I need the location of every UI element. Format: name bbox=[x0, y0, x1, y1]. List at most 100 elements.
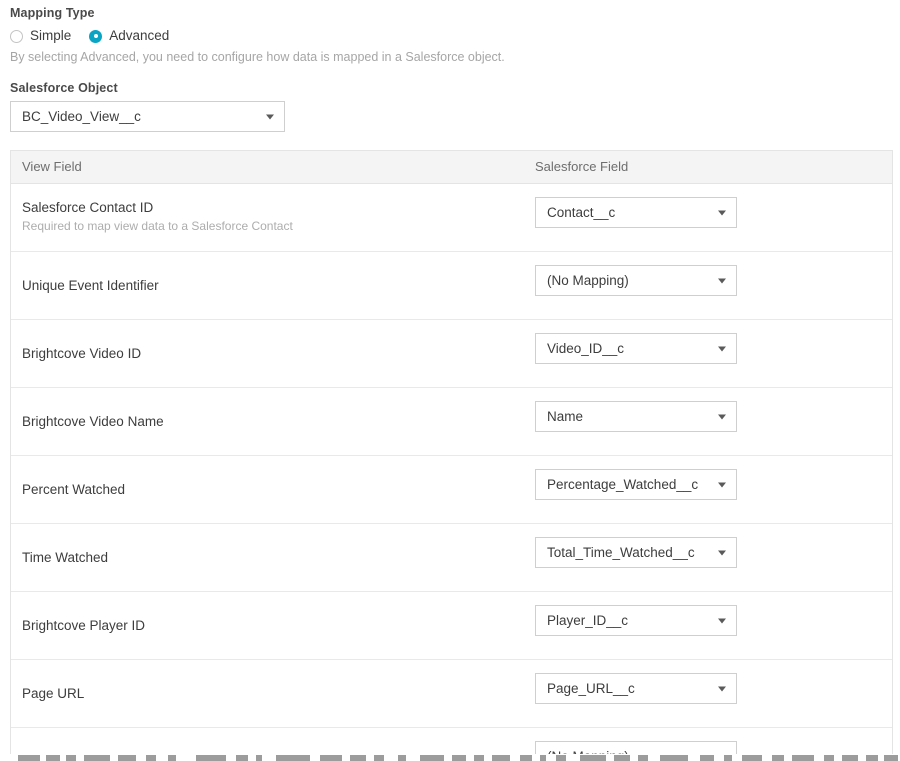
chevron-down-icon bbox=[718, 414, 726, 419]
artifact-streak bbox=[18, 755, 40, 761]
view-field-name: Salesforce Contact ID bbox=[22, 200, 154, 215]
salesforce-field-select-value: Player_ID__c bbox=[547, 613, 629, 628]
chevron-down-icon bbox=[266, 114, 274, 119]
field-mapping-table: View Field Salesforce Field Salesforce C… bbox=[10, 150, 893, 754]
salesforce-field-cell: Name bbox=[524, 388, 892, 455]
artifact-streak bbox=[276, 755, 310, 761]
salesforce-field-select[interactable]: Total_Time_Watched__c bbox=[535, 537, 737, 568]
mapping-type-section: Mapping Type Simple Advanced By selectin… bbox=[10, 5, 890, 66]
artifact-streak bbox=[474, 755, 484, 761]
artifact-streak bbox=[614, 755, 630, 761]
artifact-streak bbox=[556, 755, 566, 761]
salesforce-field-cell: Contact__c bbox=[524, 184, 892, 251]
table-body: Salesforce Contact ID Required to map vie… bbox=[11, 184, 892, 754]
chevron-down-icon bbox=[718, 278, 726, 283]
mapping-type-helper-text: By selecting Advanced, you need to confi… bbox=[10, 50, 505, 64]
radio-simple-icon[interactable] bbox=[10, 29, 23, 43]
artifact-streak bbox=[46, 755, 60, 761]
view-field-name: Brightcove Video Name bbox=[22, 414, 164, 429]
artifact-streak bbox=[842, 755, 858, 761]
salesforce-field-select-value: (No Mapping) bbox=[547, 273, 629, 288]
view-field-cell: Brightcove Video ID bbox=[11, 320, 524, 387]
artifact-streak bbox=[772, 755, 784, 761]
salesforce-object-select-value: BC_Video_View__c bbox=[22, 109, 141, 124]
view-field-cell: Time Watched bbox=[11, 524, 524, 591]
table-header-salesforce-field: Salesforce Field bbox=[535, 159, 629, 174]
artifact-streak bbox=[700, 755, 714, 761]
artifact-streak bbox=[638, 755, 648, 761]
artifact-streak bbox=[84, 755, 110, 761]
table-header-view-field: View Field bbox=[22, 159, 82, 174]
artifact-streak bbox=[540, 755, 546, 761]
view-field-name: Time Watched bbox=[22, 550, 109, 565]
chevron-down-icon bbox=[718, 686, 726, 691]
chevron-down-icon bbox=[718, 210, 726, 215]
table-row: Brightcove Player ID Player_ID__c bbox=[11, 592, 892, 660]
salesforce-field-select-value: Video_ID__c bbox=[547, 341, 625, 356]
salesforce-field-select[interactable]: (No Mapping) bbox=[535, 265, 737, 296]
salesforce-field-cell: Video_ID__c bbox=[524, 320, 892, 387]
salesforce-field-select-value: Name bbox=[547, 409, 584, 424]
radio-option-advanced[interactable]: Advanced bbox=[89, 28, 169, 44]
salesforce-field-select[interactable]: Player_ID__c bbox=[535, 605, 737, 636]
artifact-streak bbox=[146, 755, 156, 761]
view-field-cell: Percent Watched bbox=[11, 456, 524, 523]
view-field-cell: Salesforce Contact ID Required to map vie… bbox=[11, 184, 524, 251]
salesforce-field-cell: (No Mapping) bbox=[524, 252, 892, 319]
artifact-streak bbox=[398, 755, 406, 761]
artifact-streak bbox=[66, 755, 76, 761]
table-row: (No Mapping) bbox=[11, 728, 892, 754]
salesforce-object-label: Salesforce Object bbox=[10, 81, 118, 95]
mapping-type-radio-group: Simple Advanced bbox=[10, 26, 890, 46]
artifact-streak bbox=[320, 755, 342, 761]
salesforce-field-cell: Percentage_Watched__c bbox=[524, 456, 892, 523]
salesforce-field-select[interactable]: Page_URL__c bbox=[535, 673, 737, 704]
artifact-streak bbox=[884, 755, 898, 761]
mapping-type-label: Mapping Type bbox=[10, 6, 95, 20]
artifact-streak bbox=[724, 755, 732, 761]
view-field-cell bbox=[11, 728, 524, 754]
salesforce-field-select[interactable]: Video_ID__c bbox=[535, 333, 737, 364]
table-row: Unique Event Identifier (No Mapping) bbox=[11, 252, 892, 320]
table-row: Time Watched Total_Time_Watched__c bbox=[11, 524, 892, 592]
radio-option-simple[interactable]: Simple bbox=[10, 28, 71, 44]
artifact-streak bbox=[256, 755, 262, 761]
view-field-cell: Brightcove Video Name bbox=[11, 388, 524, 455]
artifact-streak bbox=[520, 755, 532, 761]
salesforce-field-select[interactable]: Name bbox=[535, 401, 737, 432]
radio-advanced-icon[interactable] bbox=[89, 29, 103, 43]
table-row: Percent Watched Percentage_Watched__c bbox=[11, 456, 892, 524]
chevron-down-icon bbox=[718, 550, 726, 555]
view-field-name: Brightcove Video ID bbox=[22, 346, 142, 361]
salesforce-field-select[interactable]: (No Mapping) bbox=[535, 741, 737, 754]
chevron-down-icon bbox=[718, 346, 726, 351]
field-mapping-page: Mapping Type Simple Advanced By selectin… bbox=[0, 0, 900, 761]
artifact-streak bbox=[580, 755, 606, 761]
salesforce-field-cell: Page_URL__c bbox=[524, 660, 892, 727]
salesforce-field-select-value: Total_Time_Watched__c bbox=[547, 545, 695, 560]
artifact-streak bbox=[452, 755, 466, 761]
bottom-edge-artifact bbox=[0, 755, 900, 761]
artifact-streak bbox=[824, 755, 834, 761]
salesforce-field-cell: Player_ID__c bbox=[524, 592, 892, 659]
table-row: Page URL Page_URL__c bbox=[11, 660, 892, 728]
artifact-streak bbox=[168, 755, 176, 761]
radio-option-simple-label: Simple bbox=[30, 28, 72, 43]
salesforce-field-select-value: Percentage_Watched__c bbox=[547, 477, 699, 492]
artifact-streak bbox=[236, 755, 248, 761]
view-field-name: Percent Watched bbox=[22, 482, 126, 497]
salesforce-object-select[interactable]: BC_Video_View__c bbox=[10, 101, 285, 132]
table-row: Brightcove Video Name Name bbox=[11, 388, 892, 456]
view-field-name: Page URL bbox=[22, 686, 85, 701]
artifact-streak bbox=[374, 755, 384, 761]
table-row: Brightcove Video ID Video_ID__c bbox=[11, 320, 892, 388]
chevron-down-icon bbox=[718, 618, 726, 623]
view-field-name: Brightcove Player ID bbox=[22, 618, 146, 633]
salesforce-field-select[interactable]: Contact__c bbox=[535, 197, 737, 228]
salesforce-field-cell: Total_Time_Watched__c bbox=[524, 524, 892, 591]
salesforce-field-select-value: Contact__c bbox=[547, 205, 616, 220]
view-field-cell: Page URL bbox=[11, 660, 524, 727]
artifact-streak bbox=[420, 755, 444, 761]
view-field-name: Unique Event Identifier bbox=[22, 278, 159, 293]
salesforce-field-select[interactable]: Percentage_Watched__c bbox=[535, 469, 737, 500]
